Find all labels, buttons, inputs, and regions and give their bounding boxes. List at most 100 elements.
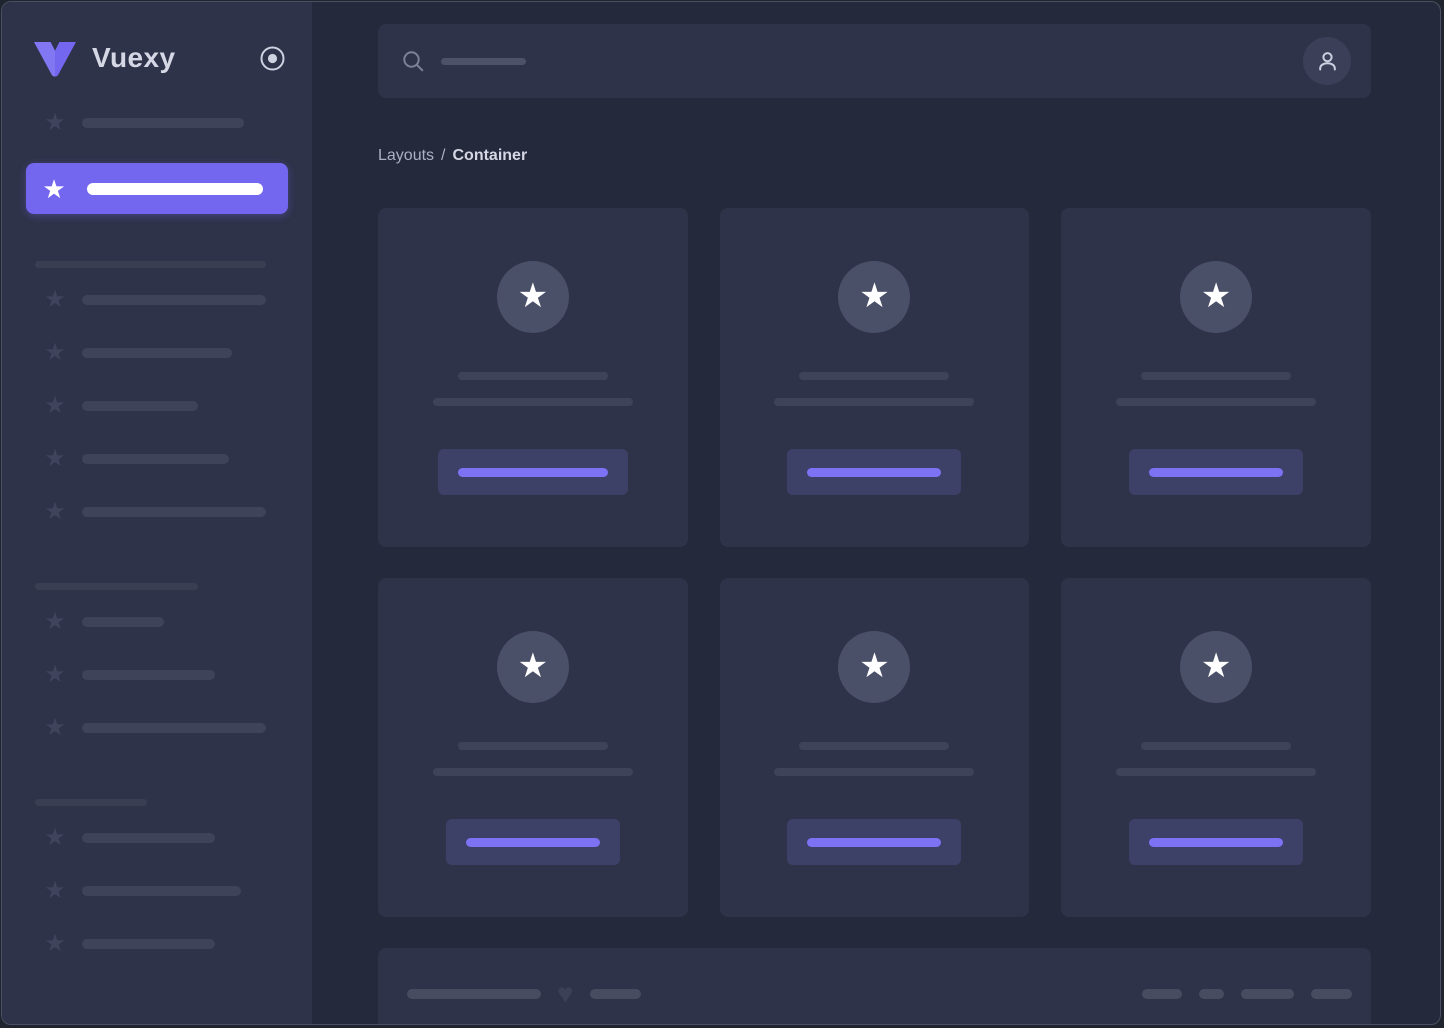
star-icon: ★	[44, 714, 66, 741]
footer-link-skeleton	[1199, 989, 1224, 999]
card-button-label-skeleton	[465, 837, 600, 847]
skeleton-card: ★	[378, 578, 688, 917]
card-text-skeleton	[432, 768, 633, 776]
card-badge-circle: ★	[838, 261, 911, 333]
nav-section-header-skeleton	[35, 261, 266, 268]
record-circle-icon[interactable]	[259, 45, 286, 72]
card-text-skeleton	[799, 372, 950, 380]
card-text-skeleton	[774, 768, 975, 776]
card-text-skeleton	[1141, 372, 1292, 380]
menu-label-skeleton	[82, 507, 266, 517]
sidebar-item-skeleton[interactable]: ★	[26, 715, 288, 741]
card-button-label-skeleton	[457, 467, 608, 477]
sidebar-header: Vuexy	[2, 2, 312, 80]
sidebar-item-skeleton[interactable]: ★	[26, 609, 288, 635]
star-icon: ★	[44, 930, 66, 957]
breadcrumb-separator: /	[441, 147, 446, 164]
breadcrumb-current: Container	[452, 147, 528, 164]
heart-icon: ♥	[557, 978, 574, 1009]
brand-title: Vuexy	[92, 42, 176, 73]
breadcrumb: Layouts / Container	[378, 146, 1371, 166]
sidebar-item-skeleton[interactable]: ★	[26, 499, 288, 525]
card-text-skeleton	[774, 398, 975, 406]
menu-label-skeleton	[82, 118, 244, 128]
main-content: Layouts / Container ★ ★ ★ ★ ★ ★ ♥	[312, 2, 1440, 1024]
star-icon: ★	[44, 109, 66, 136]
menu-label-skeleton	[82, 939, 215, 949]
star-icon: ★	[1200, 646, 1232, 685]
card-button-label-skeleton	[1149, 837, 1284, 847]
vuexy-v-logo-icon	[32, 40, 78, 77]
screen: Vuexy ★ ★ ★ ★ ★ ★ ★ ★ ★ ★ ★ ★ ★ Layouts …	[0, 0, 1444, 1028]
star-icon: ★	[44, 286, 66, 313]
card-text-skeleton	[457, 742, 608, 750]
menu-label-skeleton	[87, 182, 263, 195]
card-badge-circle: ★	[1180, 631, 1253, 703]
card-button-skeleton[interactable]	[445, 819, 620, 865]
card-button-skeleton[interactable]	[1129, 819, 1304, 865]
card-button-skeleton[interactable]	[437, 449, 628, 495]
star-icon: ★	[1200, 276, 1232, 315]
footer-link-skeleton	[1311, 989, 1352, 999]
footer-text-skeleton	[407, 989, 541, 999]
menu-label-skeleton	[82, 723, 266, 733]
card-text-skeleton	[1141, 742, 1292, 750]
card-button-skeleton[interactable]	[787, 449, 962, 495]
star-icon: ★	[859, 276, 890, 315]
sidebar-item-skeleton[interactable]: ★	[26, 662, 288, 688]
sidebar-item-skeleton[interactable]: ★	[26, 931, 288, 957]
skeleton-card: ★	[378, 208, 688, 547]
star-icon: ★	[44, 445, 66, 472]
skeleton-card: ★	[719, 208, 1030, 547]
sidebar-item-skeleton[interactable]: ★	[26, 340, 288, 366]
card-button-skeleton[interactable]	[787, 819, 962, 865]
app-window: Vuexy ★ ★ ★ ★ ★ ★ ★ ★ ★ ★ ★ ★ ★ Layouts …	[1, 1, 1441, 1025]
sidebar-item-active[interactable]: ★	[26, 163, 288, 214]
footer-text-skeleton	[589, 989, 641, 999]
sidebar-nav: ★ ★ ★ ★ ★ ★ ★ ★ ★ ★ ★ ★ ★	[2, 110, 312, 957]
card-badge-circle: ★	[1180, 261, 1253, 333]
menu-label-skeleton	[82, 401, 198, 411]
card-badge-circle: ★	[838, 631, 911, 703]
user-avatar[interactable]	[1303, 37, 1351, 85]
sidebar-item-skeleton[interactable]: ★	[26, 446, 288, 472]
menu-label-skeleton	[82, 617, 164, 627]
skeleton-card: ★	[1061, 578, 1371, 917]
sidebar-item-skeleton[interactable]: ★	[26, 287, 288, 313]
sidebar-item-skeleton[interactable]: ★	[26, 825, 288, 851]
breadcrumb-parent[interactable]: Layouts	[378, 147, 434, 164]
menu-label-skeleton	[82, 348, 232, 358]
star-icon: ★	[44, 339, 66, 366]
star-icon: ★	[44, 877, 66, 904]
sidebar: Vuexy ★ ★ ★ ★ ★ ★ ★ ★ ★ ★ ★ ★ ★	[2, 2, 312, 1024]
card-text-skeleton	[457, 372, 608, 380]
card-badge-circle: ★	[496, 631, 569, 703]
star-icon: ★	[859, 646, 890, 685]
card-text-skeleton	[1116, 398, 1317, 406]
footer-card: ♥	[378, 948, 1371, 1024]
star-icon: ★	[44, 498, 66, 525]
card-text-skeleton	[1116, 768, 1317, 776]
footer-link-skeleton	[1142, 989, 1182, 999]
star-icon: ★	[517, 276, 549, 315]
card-text-skeleton	[432, 398, 633, 406]
card-badge-circle: ★	[496, 261, 569, 333]
card-button-skeleton[interactable]	[1129, 449, 1304, 495]
card-text-skeleton	[799, 742, 950, 750]
star-icon: ★	[517, 646, 549, 685]
footer-link-skeleton	[1241, 989, 1294, 999]
sidebar-item-skeleton[interactable]: ★	[26, 110, 288, 136]
star-icon: ★	[42, 173, 66, 204]
sidebar-item-skeleton[interactable]: ★	[26, 878, 288, 904]
star-icon: ★	[44, 661, 66, 688]
card-button-label-skeleton	[807, 467, 942, 477]
footer-links	[1142, 989, 1352, 999]
search-bar[interactable]	[378, 24, 1371, 98]
sidebar-item-skeleton[interactable]: ★	[26, 393, 288, 419]
star-icon: ★	[44, 392, 66, 419]
star-icon: ★	[44, 608, 66, 635]
star-icon: ★	[44, 824, 66, 851]
card-button-label-skeleton	[1149, 467, 1284, 477]
menu-label-skeleton	[82, 886, 241, 896]
menu-label-skeleton	[82, 295, 266, 305]
